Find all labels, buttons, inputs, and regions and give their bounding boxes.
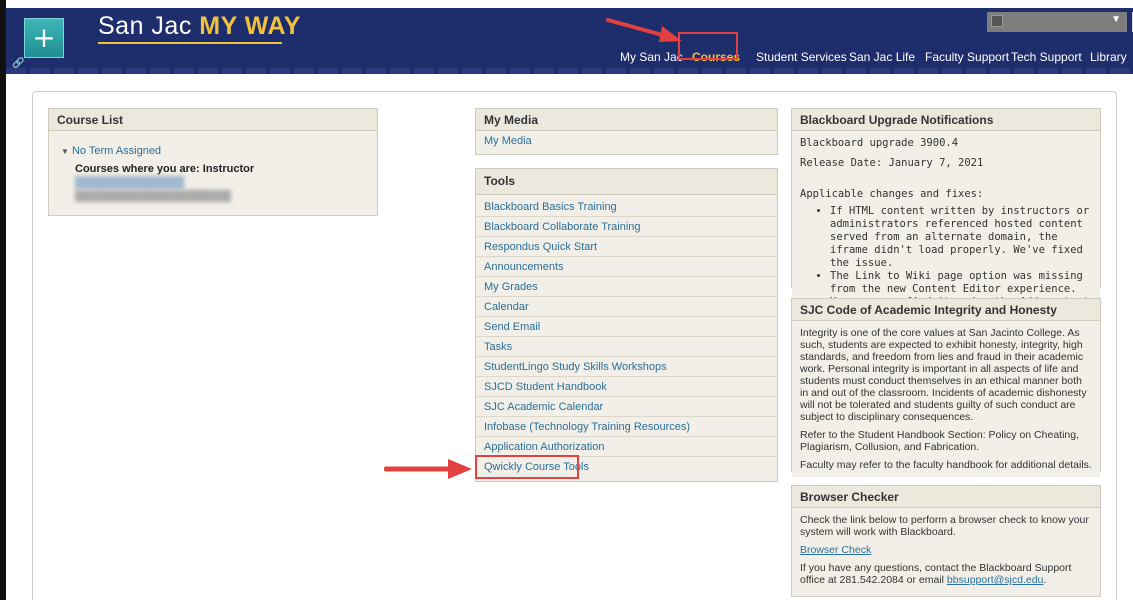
qwickly-highlight-box: [475, 455, 579, 479]
courses-subheading: Courses where you are: Instructor: [75, 163, 255, 175]
module-title: Tools: [476, 169, 777, 195]
courses-highlight-box: [678, 32, 738, 60]
nav-library[interactable]: Library: [1090, 50, 1127, 64]
upgrade-version: Blackboard upgrade 3900.4: [800, 137, 959, 149]
upgrade-changes-heading: Applicable changes and fixes:: [800, 188, 984, 200]
redacted-course-detail: ██████████████████████: [75, 191, 231, 202]
tool-blackboard-collaborate[interactable]: Blackboard Collaborate Training: [476, 217, 777, 237]
chevron-down-icon: ▼: [1111, 14, 1121, 25]
redacted-course-link[interactable]: ██████████████: [57, 177, 369, 189]
user-menu[interactable]: ▼: [987, 12, 1127, 32]
term-toggle[interactable]: ▼ No Term Assigned: [57, 145, 369, 157]
brand-highlight: MY WAY: [199, 12, 301, 40]
module-title: Course List: [49, 109, 377, 131]
browser-checker-module: Browser Checker Check the link below to …: [791, 485, 1101, 597]
tool-studentlingo[interactable]: StudentLingo Study Skills Workshops: [476, 357, 777, 377]
course-list-module: Course List ▼ No Term Assigned Courses w…: [48, 108, 378, 216]
tool-infobase[interactable]: Infobase (Technology Training Resources): [476, 417, 777, 437]
brand-prefix: San Jac: [98, 12, 192, 40]
upgrade-change-item: If HTML content written by instructors o…: [830, 205, 1092, 270]
arrow-to-courses: [606, 18, 682, 42]
tool-my-grades[interactable]: My Grades: [476, 277, 777, 297]
browser-paragraph: Check the link below to perform a browse…: [800, 514, 1089, 538]
module-title: My Media: [476, 109, 777, 131]
browser-contact-paragraph: If you have any questions, contact the B…: [800, 562, 1092, 586]
term-label: No Term Assigned: [71, 145, 162, 157]
upgrade-release-date: Release Date: January 7, 2021: [800, 157, 984, 169]
my-media-module: My Media My Media: [475, 108, 778, 155]
module-title: Blackboard Upgrade Notifications: [792, 109, 1100, 131]
my-media-link[interactable]: My Media: [476, 131, 777, 151]
tool-student-handbook[interactable]: SJCD Student Handbook: [476, 377, 777, 397]
support-email-link[interactable]: bbsupport@sjcd.edu: [947, 574, 1043, 586]
browser-contact-suffix: .: [1043, 574, 1047, 586]
academic-integrity-module: SJC Code of Academic Integrity and Hones…: [791, 298, 1101, 477]
upgrade-notifications-module: Blackboard Upgrade Notifications Blackbo…: [791, 108, 1101, 328]
tool-blackboard-basics[interactable]: Blackboard Basics Training: [476, 197, 777, 217]
module-title: SJC Code of Academic Integrity and Hones…: [792, 299, 1100, 321]
tool-calendar[interactable]: Calendar: [476, 297, 777, 317]
tool-announcements[interactable]: Announcements: [476, 257, 777, 277]
browser-check-link[interactable]: Browser Check: [800, 544, 1092, 556]
site-header: + 🔗 San Jac MY WAY ▼ My San Jac Courses …: [6, 8, 1133, 74]
avatar: [991, 15, 1003, 27]
brand-title[interactable]: San Jac MY WAY: [98, 12, 301, 41]
nav-san-jac-life[interactable]: San Jac Life: [849, 50, 915, 64]
tool-respondus[interactable]: Respondus Quick Start: [476, 237, 777, 257]
nav-my-san-jac[interactable]: My San Jac: [620, 50, 683, 64]
integrity-paragraph: Integrity is one of the core values at S…: [800, 327, 1087, 423]
triangle-down-icon: ▼: [61, 147, 69, 156]
tool-academic-calendar[interactable]: SJC Academic Calendar: [476, 397, 777, 417]
left-frame: [0, 0, 6, 600]
integrity-paragraph: Faculty may refer to the faculty handboo…: [800, 459, 1092, 471]
tool-tasks[interactable]: Tasks: [476, 337, 777, 357]
tools-list: Blackboard Basics Training Blackboard Co…: [476, 195, 777, 477]
tool-send-email[interactable]: Send Email: [476, 317, 777, 337]
module-title: Browser Checker: [792, 486, 1100, 508]
nav-student-services[interactable]: Student Services: [756, 50, 847, 64]
integrity-paragraph: Refer to the Student Handbook Section: P…: [800, 429, 1080, 453]
top-frame: [0, 0, 1133, 6]
nav-tech-support[interactable]: Tech Support: [1011, 50, 1082, 64]
tools-module: Tools Blackboard Basics Training Blackbo…: [475, 168, 778, 482]
nav-faculty-support[interactable]: Faculty Support: [925, 50, 1009, 64]
arrow-to-qwickly: [384, 459, 472, 479]
main-nav: My San Jac Courses Student Services San …: [6, 44, 1133, 68]
header-stripe: [6, 68, 1133, 74]
tool-application-authorization[interactable]: Application Authorization: [476, 437, 777, 457]
